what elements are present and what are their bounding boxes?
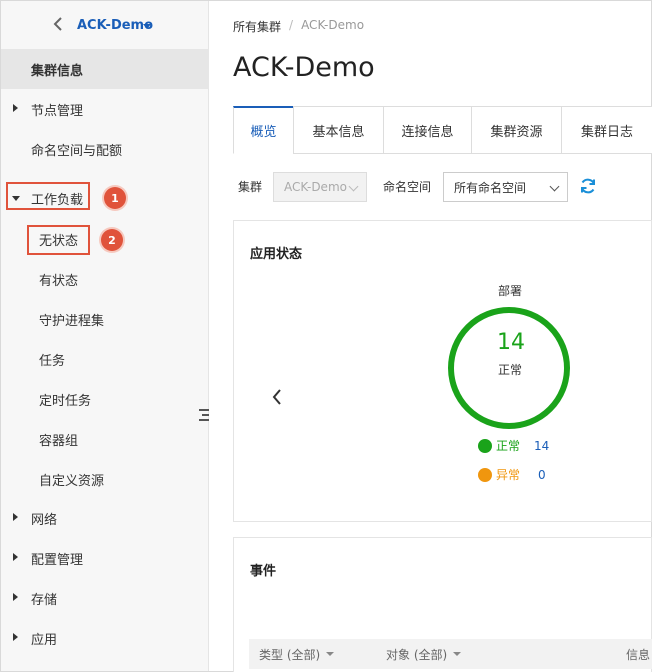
sidebar-item-storage[interactable]: 存储	[1, 578, 209, 618]
legend-value: 0	[538, 467, 546, 482]
cluster-name[interactable]: ACK-Demo	[77, 18, 153, 33]
tab-label: 集群资源	[490, 124, 543, 140]
sidebar-item-label: 网络	[31, 512, 58, 528]
caret-right-icon	[13, 104, 18, 112]
tab-label: 基本信息	[312, 124, 365, 140]
sidebar-item-label: 有状态	[39, 273, 79, 289]
chevron-left-icon[interactable]	[270, 387, 284, 407]
sidebar-item-pods[interactable]: 容器组	[1, 419, 209, 459]
collapse-sidebar-icon[interactable]	[199, 408, 209, 422]
callout-badge-1: 1	[104, 187, 126, 209]
caret-down-icon	[326, 652, 335, 656]
namespace-select[interactable]: 所有命名空间	[443, 172, 568, 202]
page-title: ACK-Demo	[233, 52, 375, 83]
tab-label: 集群日志	[580, 124, 633, 140]
tab-connection-info[interactable]: 连接信息	[383, 106, 471, 154]
callout-box-2	[27, 225, 90, 255]
legend-value: 14	[534, 438, 550, 453]
cluster-switcher[interactable]: ACK-Demo	[1, 1, 209, 49]
tab-label: 连接信息	[401, 124, 454, 140]
sidebar-item-jobs[interactable]: 任务	[1, 339, 209, 379]
deployment-status-text: 正常	[498, 363, 523, 377]
events-title: 事件	[250, 564, 277, 579]
chevron-down-icon	[549, 181, 560, 192]
sidebar-item-namespaces[interactable]: 命名空间与配额	[1, 129, 209, 169]
back-arrow-icon[interactable]	[51, 14, 65, 34]
namespace-filter-label: 命名空间	[383, 180, 432, 194]
sidebar-item-cronjobs[interactable]: 定时任务	[1, 379, 209, 419]
sidebar: ACK-Demo 集群信息 节点管理 命名空间与配额 工作负载 无状态 有状态 …	[1, 1, 209, 671]
cluster-filter-label: 集群	[238, 180, 263, 194]
cluster-select: ACK-Demo	[273, 172, 367, 202]
sidebar-item-label: 命名空间与配额	[31, 143, 123, 159]
sidebar-item-label: 配置管理	[31, 552, 84, 568]
sidebar-item-label: 集群信息	[31, 63, 84, 79]
column-label: 信息	[626, 647, 651, 662]
sidebar-item-applications[interactable]: 应用	[1, 618, 209, 658]
tab-overview[interactable]: 概览	[233, 106, 293, 154]
tab-cluster-resources[interactable]: 集群资源	[471, 106, 561, 154]
sidebar-item-label: 自定义资源	[39, 473, 105, 489]
sidebar-item-network[interactable]: 网络	[1, 498, 209, 538]
tab-basic-info[interactable]: 基本信息	[293, 106, 383, 154]
legend-label: 异常	[496, 468, 521, 482]
sidebar-item-label: 存储	[31, 592, 58, 608]
status-dot-orange-icon	[478, 467, 492, 482]
breadcrumb-separator: /	[289, 18, 294, 32]
tab-label: 概览	[250, 125, 277, 140]
caret-right-icon	[13, 553, 18, 561]
events-table-header: 类型 (全部) 对象 (全部) 信息	[249, 639, 652, 669]
tab-bar: 概览 基本信息 连接信息 集群资源 集群日志	[233, 106, 652, 154]
caret-right-icon	[13, 593, 18, 601]
breadcrumb-root[interactable]: 所有集群	[233, 18, 281, 35]
breadcrumb-current: ACK-Demo	[301, 18, 365, 32]
sidebar-item-label: 守护进程集	[39, 313, 105, 329]
column-label: 对象 (全部)	[386, 647, 448, 662]
sidebar-item-config[interactable]: 配置管理	[1, 538, 209, 578]
refresh-icon[interactable]	[578, 176, 598, 196]
sidebar-item-custom-resources[interactable]: 自定义资源	[1, 459, 209, 499]
tab-cluster-logs[interactable]: 集群日志	[561, 106, 652, 154]
sidebar-item-label: 定时任务	[39, 393, 92, 409]
breadcrumb: 所有集群 / ACK-Demo	[233, 18, 364, 35]
caret-right-icon	[13, 513, 18, 521]
legend-label: 正常	[496, 439, 521, 453]
caret-down-icon	[453, 652, 462, 656]
sidebar-item-label: 应用	[31, 632, 58, 648]
sidebar-item-nodes[interactable]: 节点管理	[1, 89, 209, 129]
status-dot-green-icon	[478, 438, 492, 453]
deployment-ring-title: 部署	[498, 284, 523, 298]
chevron-down-icon	[348, 181, 359, 192]
column-label: 类型 (全部)	[259, 647, 321, 662]
callout-badge-2: 2	[101, 229, 123, 251]
app-status-card: 应用状态	[233, 220, 652, 522]
legend-normal: 正常 14	[478, 437, 549, 454]
app-status-title: 应用状态	[250, 247, 303, 262]
cluster-select-value: ACK-Demo	[284, 180, 347, 194]
sidebar-item-cluster-info[interactable]: 集群信息	[1, 49, 209, 89]
chevron-down-icon[interactable]	[143, 24, 151, 29]
column-message: 信息	[626, 646, 650, 663]
sidebar-item-statefulsets[interactable]: 有状态	[1, 259, 209, 299]
column-type[interactable]: 类型 (全部)	[259, 646, 335, 663]
namespace-select-value: 所有命名空间	[454, 180, 527, 195]
sidebar-item-label: 任务	[39, 353, 66, 369]
column-object[interactable]: 对象 (全部)	[386, 646, 462, 663]
sidebar-item-label: 节点管理	[31, 103, 84, 119]
caret-right-icon	[13, 633, 18, 641]
legend-abnormal: 异常 0	[478, 466, 546, 483]
callout-box-1	[6, 182, 90, 210]
deployment-count: 14	[497, 330, 525, 355]
sidebar-item-daemonsets[interactable]: 守护进程集	[1, 299, 209, 339]
sidebar-item-label: 容器组	[39, 433, 79, 449]
